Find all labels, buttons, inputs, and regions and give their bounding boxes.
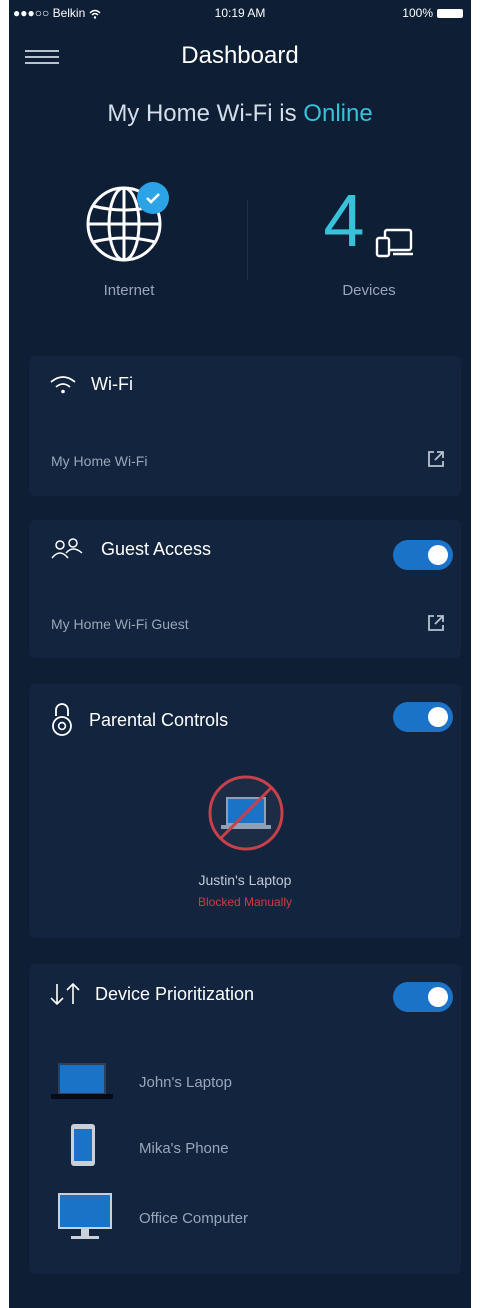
device-count: 4 [323, 179, 365, 262]
online-badge: Online [303, 100, 373, 127]
guest-card-title: Guest Access [101, 538, 212, 559]
desktop-icon [58, 1193, 112, 1239]
lock-icon [52, 703, 72, 736]
wifi-card[interactable]: Wi-Fi My Home Wi-Fi [29, 356, 461, 496]
status-bar: ●●●○○ Belkin 10:19 AM 100% [9, 0, 471, 26]
guest-access-card[interactable]: Guest Access My Home Wi-Fi Guest [29, 520, 461, 658]
wifi-network-name: My Home Wi-Fi [51, 453, 148, 469]
devices-status[interactable]: 4 Devices [299, 176, 439, 299]
priority-device-name[interactable]: Mika's Phone [139, 1140, 229, 1157]
guest-users-icon [51, 538, 83, 559]
app-screen: ●●●○○ Belkin 10:19 AM 100% Dashboard My … [9, 0, 471, 1308]
devices-label: Devices [342, 282, 396, 299]
page-title: Dashboard [181, 42, 299, 69]
internet-status[interactable]: Internet [69, 176, 189, 299]
prioritization-card-header: Device Prioritization [49, 982, 254, 1006]
blocked-status-label: Blocked Manually [197, 895, 293, 909]
parental-card-header: Parental Controls [49, 702, 228, 738]
network-status-prefix: My Home Wi-Fi is [107, 100, 304, 127]
device-prioritization-card[interactable]: Device Prioritization John's Laptop Mika… [29, 964, 461, 1274]
laptop-icon [51, 1063, 113, 1099]
wifi-icon [50, 375, 76, 393]
blocked-device-name: Justin's Laptop [198, 872, 292, 888]
guest-access-toggle[interactable] [393, 540, 453, 570]
stat-divider [247, 200, 248, 280]
guest-network-name: My Home Wi-Fi Guest [51, 616, 189, 632]
external-link-icon[interactable] [425, 612, 447, 634]
sort-arrows-icon [50, 982, 80, 1006]
battery-icon [437, 8, 463, 18]
parental-controls-card[interactable]: Parental Controls Justin's Laptop Blocke… [29, 684, 461, 938]
priority-device-name[interactable]: John's Laptop [139, 1074, 232, 1091]
phone-icon [71, 1124, 95, 1166]
battery-status: 100% [402, 6, 463, 20]
network-status: My Home Wi-Fi is Online [9, 100, 471, 128]
parental-card-title: Parental Controls [89, 709, 229, 730]
internet-label: Internet [103, 282, 155, 299]
parental-controls-toggle[interactable] [393, 702, 453, 732]
battery-percent: 100% [402, 6, 433, 20]
blocked-device-icon[interactable] [205, 772, 287, 854]
priority-device-name[interactable]: Office Computer [139, 1210, 248, 1227]
check-badge-icon [137, 182, 169, 214]
external-link-icon[interactable] [425, 448, 447, 470]
devices-icon [375, 228, 413, 258]
wifi-card-header: Wi-Fi [49, 374, 133, 395]
guest-card-header: Guest Access [49, 538, 211, 560]
prioritization-card-title: Device Prioritization [95, 983, 255, 1004]
device-prioritization-toggle[interactable] [393, 982, 453, 1012]
wifi-card-title: Wi-Fi [91, 374, 133, 394]
